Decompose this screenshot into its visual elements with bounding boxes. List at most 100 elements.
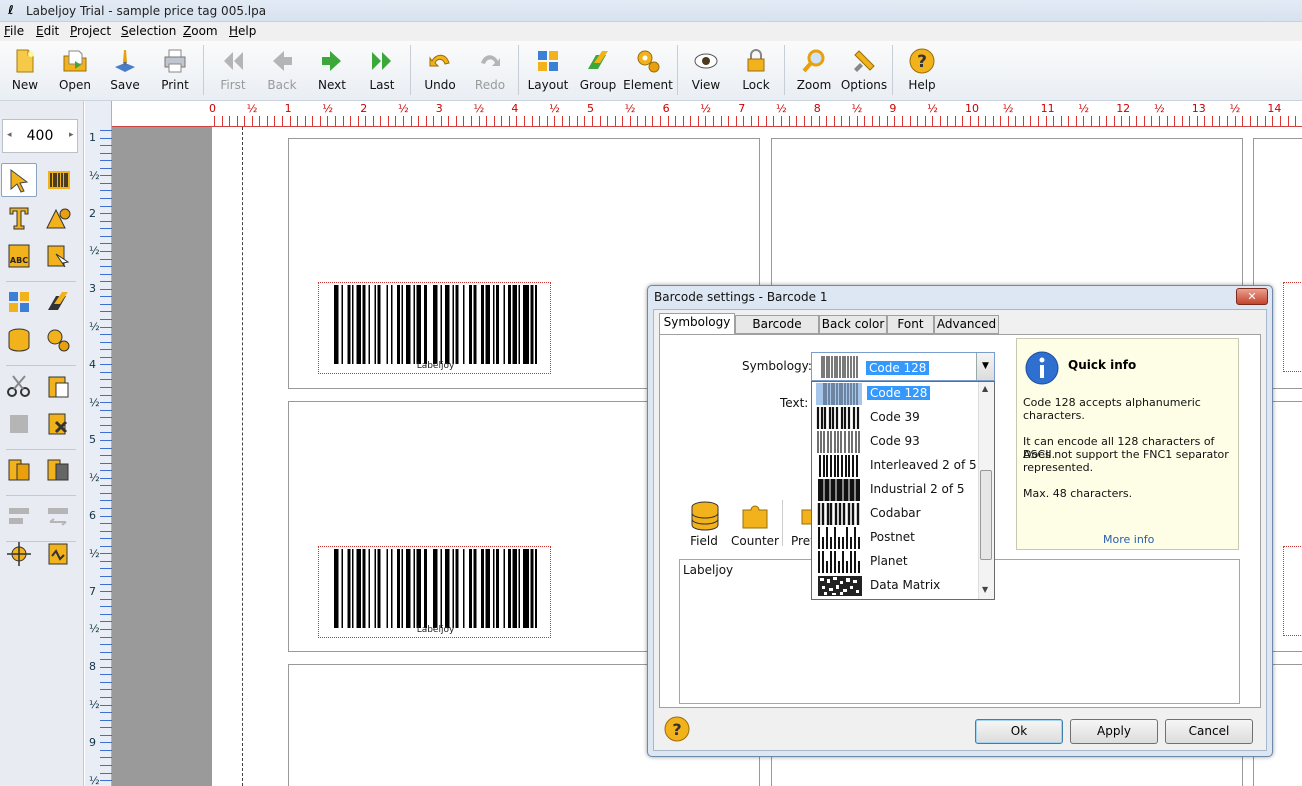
- view-button[interactable]: View: [681, 41, 731, 99]
- option-code-93[interactable]: Code 93: [812, 430, 977, 454]
- menu-selection[interactable]: Selection: [121, 24, 176, 38]
- element-tool[interactable]: [40, 323, 76, 357]
- spin-right-icon[interactable]: ▸: [69, 130, 74, 140]
- group-tool[interactable]: [40, 285, 76, 319]
- h-ruler-tick: [1030, 116, 1031, 126]
- dialog-help-icon[interactable]: ?: [664, 716, 690, 742]
- menu-help[interactable]: Help: [229, 24, 256, 38]
- more-info-link[interactable]: More info: [1103, 533, 1154, 546]
- print-button[interactable]: Print: [150, 41, 200, 99]
- field-database-icon[interactable]: [689, 500, 721, 532]
- barcode-element[interactable]: Labeljoy: [318, 282, 551, 374]
- select-tool[interactable]: [1, 163, 37, 197]
- h-ruler-tick: [1242, 116, 1243, 126]
- first-button[interactable]: First: [208, 41, 258, 99]
- zoom-button[interactable]: Zoom: [789, 41, 839, 99]
- option-codabar[interactable]: Codabar: [812, 502, 977, 526]
- layout-grid-icon: [9, 292, 29, 312]
- position-tool[interactable]: [1, 537, 37, 571]
- option-data-matrix[interactable]: Data Matrix: [812, 574, 977, 598]
- new-button[interactable]: New: [0, 41, 50, 99]
- menu-project[interactable]: Project: [70, 24, 111, 38]
- tab-font[interactable]: Font: [887, 315, 934, 334]
- back-button[interactable]: Back: [257, 41, 307, 99]
- preview-icon[interactable]: [796, 506, 812, 530]
- panel-separator: [6, 281, 76, 282]
- database-tool[interactable]: [1, 323, 37, 357]
- options-button[interactable]: Options: [839, 41, 889, 99]
- symbology-select[interactable]: Code 128 ▼: [811, 352, 995, 381]
- dropdown-scroll-thumb[interactable]: [980, 470, 992, 560]
- barcode-element[interactable]: [1283, 546, 1302, 636]
- dialog-close-button[interactable]: ✕: [1236, 288, 1268, 305]
- cut-tool[interactable]: [1, 369, 37, 403]
- zoom-spinner[interactable]: ◂ 400 ▸: [2, 119, 78, 153]
- h-ruler-tick: [698, 116, 699, 126]
- tab-advanced[interactable]: Advanced: [934, 315, 999, 334]
- toolbar-separator: [518, 45, 519, 95]
- h-ruler-tick: [902, 116, 903, 126]
- quick-info-text: characters.: [1023, 409, 1085, 422]
- undo-button[interactable]: Undo: [415, 41, 465, 99]
- code128-preview-icon: [821, 356, 858, 378]
- tab-back-color[interactable]: Back color: [819, 315, 887, 334]
- align-tool[interactable]: [1, 499, 37, 533]
- barcode-element[interactable]: [1283, 282, 1302, 372]
- h-ruler-tick: [562, 116, 563, 126]
- text-box-tool[interactable]: ABC: [1, 239, 37, 273]
- option-industrial-2-of-5[interactable]: Industrial 2 of 5: [812, 478, 977, 502]
- delete-tool[interactable]: [40, 407, 76, 441]
- h-ruler-tick: [584, 116, 585, 126]
- copy-tool[interactable]: [1, 407, 37, 441]
- v-ruler-tick: [100, 508, 112, 509]
- h-ruler-label: ½: [1229, 102, 1241, 115]
- text-tool[interactable]: [1, 201, 37, 235]
- option-postnet[interactable]: Postnet: [812, 526, 977, 550]
- v-ruler-tick: [100, 357, 112, 358]
- lock-button[interactable]: Lock: [731, 41, 781, 99]
- ok-button[interactable]: Ok: [975, 719, 1063, 744]
- menu-zoom[interactable]: Zoom: [183, 24, 218, 38]
- barcode-tool[interactable]: [40, 163, 76, 197]
- save-button[interactable]: Save: [100, 41, 150, 99]
- spin-left-icon[interactable]: ◂: [7, 130, 12, 140]
- v-ruler-tick: [100, 432, 112, 433]
- menu-file[interactable]: File: [4, 24, 24, 38]
- h-ruler-tick: [1121, 116, 1122, 126]
- next-button[interactable]: Next: [307, 41, 357, 99]
- distribute-tool[interactable]: [40, 499, 76, 533]
- shape-tool[interactable]: [40, 201, 76, 235]
- group-button[interactable]: Group: [573, 41, 623, 99]
- redo-button[interactable]: Redo: [465, 41, 515, 99]
- apply-button[interactable]: Apply: [1070, 719, 1158, 744]
- option-planet[interactable]: Planet: [812, 550, 977, 574]
- send-back-tool[interactable]: [40, 453, 76, 487]
- element-button[interactable]: Element: [623, 41, 673, 99]
- v-ruler-tick: [100, 311, 112, 312]
- scroll-up-icon[interactable]: ▲: [982, 384, 988, 393]
- properties-tool[interactable]: [40, 537, 76, 571]
- option-code-39[interactable]: Code 39: [812, 406, 977, 430]
- paste-tool[interactable]: [40, 369, 76, 403]
- scroll-down-icon[interactable]: ▼: [982, 585, 988, 594]
- h-ruler-tick: [743, 116, 744, 126]
- barcode-element[interactable]: Labeljoy: [318, 546, 551, 638]
- tab-symbology[interactable]: Symbology: [659, 313, 735, 335]
- image-tool[interactable]: [40, 239, 76, 273]
- option-code-128[interactable]: Code 128: [812, 382, 977, 406]
- cancel-button[interactable]: Cancel: [1165, 719, 1253, 744]
- counter-puzzle-icon[interactable]: [739, 500, 771, 532]
- tab-barcode-color[interactable]: Barcode color: [735, 315, 819, 348]
- layout-button[interactable]: Layout: [523, 41, 573, 99]
- v-ruler-label: ½: [89, 622, 100, 636]
- help-button[interactable]: ? Help: [897, 41, 947, 99]
- menu-edit[interactable]: Edit: [36, 24, 59, 38]
- bring-front-tool[interactable]: [1, 453, 37, 487]
- open-button[interactable]: Open: [50, 41, 100, 99]
- layout-tool[interactable]: [1, 285, 37, 319]
- last-button[interactable]: Last: [357, 41, 407, 99]
- h-ruler-tick: [1174, 116, 1175, 126]
- chevron-down-icon[interactable]: ▼: [976, 353, 994, 380]
- v-ruler-tick: [100, 652, 112, 653]
- option-interleaved-2-of-5[interactable]: Interleaved 2 of 5: [812, 454, 977, 478]
